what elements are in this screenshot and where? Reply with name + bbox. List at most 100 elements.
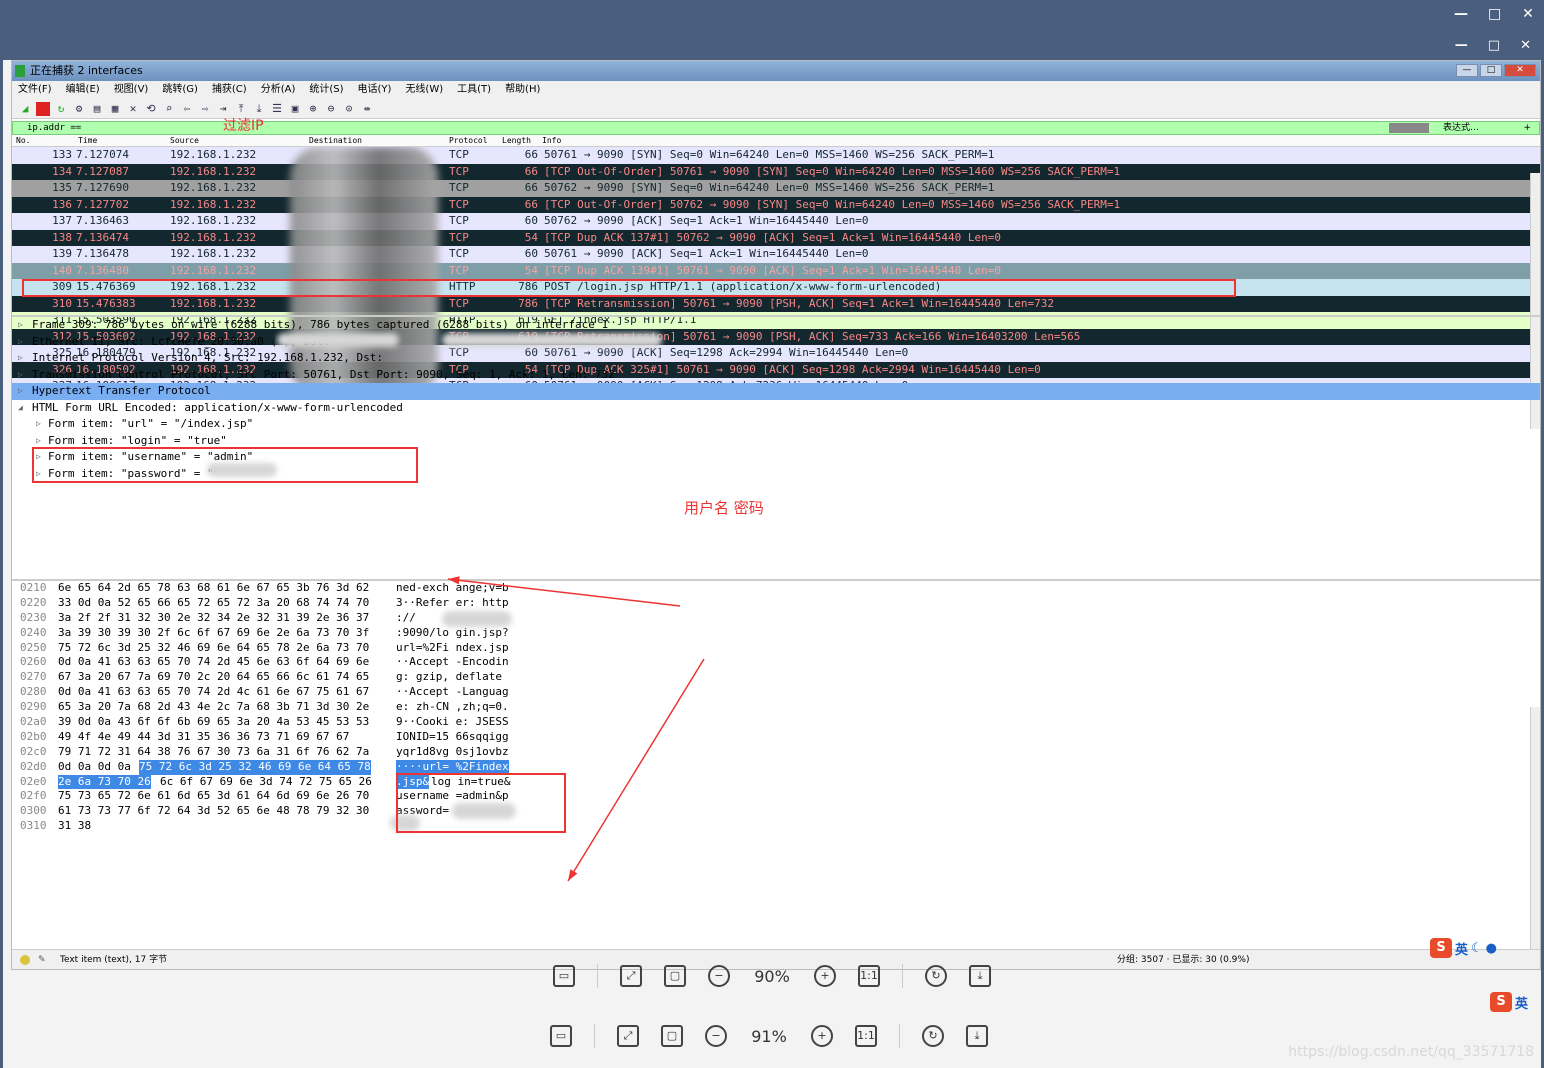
add-filter-button[interactable]: + bbox=[1523, 122, 1531, 134]
menu-item[interactable]: 分析(A) bbox=[261, 81, 296, 99]
fullscreen-icon[interactable]: ▢ bbox=[661, 1025, 683, 1047]
zoom-out-icon[interactable]: − bbox=[708, 965, 730, 987]
packet-row[interactable]: 136 7.127702 192.168.1.232 TCP 66 [TCP Out-Of… bbox=[12, 196, 1540, 213]
menu-item[interactable]: 文件(F) bbox=[18, 81, 52, 99]
rotate-icon[interactable]: ↻ bbox=[922, 1025, 944, 1047]
hex-row[interactable]: 02b0 49 4f 4e 49 44 3d 31 35 36 36 73 71 … bbox=[12, 730, 1540, 745]
col-source[interactable]: Source bbox=[170, 135, 199, 147]
hex-row[interactable]: 0250 75 72 6c 3d 25 32 46 69 6e 64 65 78 … bbox=[12, 641, 1540, 656]
go-forward-icon[interactable]: ⇨ bbox=[198, 102, 212, 116]
detail-row[interactable]: ▷ Internet Protocol Version 4, Src: 192.1… bbox=[12, 350, 1540, 367]
menu-item[interactable]: 视图(V) bbox=[114, 81, 149, 99]
collapsed-icon[interactable]: ▷ bbox=[18, 367, 23, 384]
hex-row[interactable]: 0240 3a 39 30 39 30 2f 6c 6f 67 69 6e 2e … bbox=[12, 626, 1540, 641]
ime-indicator-inner[interactable]: S 英 ☾ ● bbox=[1430, 938, 1497, 958]
close-button[interactable]: ✕ bbox=[1522, 6, 1534, 22]
col-no[interactable]: No. bbox=[16, 135, 30, 147]
find-packet-icon[interactable]: ⌕ bbox=[162, 102, 176, 116]
maximize-button[interactable]: □ bbox=[1488, 6, 1501, 22]
stop-capture-icon[interactable] bbox=[36, 101, 50, 116]
menu-item[interactable]: 帮助(H) bbox=[505, 81, 540, 99]
detail-row[interactable]: ▷ Transmission Control Protocol, Src Port… bbox=[12, 367, 1540, 384]
hex-row[interactable]: 02e0 2e 6a 73 70 26 6c 6f 67 69 6e 3d 74 7… bbox=[12, 774, 1540, 790]
collapsed-icon[interactable]: ▷ bbox=[36, 416, 41, 433]
collapsed-icon[interactable]: ▷ bbox=[18, 350, 23, 367]
col-length[interactable]: Length bbox=[502, 135, 531, 147]
col-info[interactable]: Info bbox=[542, 135, 561, 147]
collapsed-icon[interactable]: ▷ bbox=[18, 334, 23, 351]
shark-fin-start-icon[interactable]: ◢ bbox=[18, 102, 32, 116]
ws-close-button[interactable]: ✕ bbox=[1504, 64, 1536, 77]
filter-input[interactable]: ip.addr == bbox=[27, 123, 81, 133]
close-file-icon[interactable]: ✕ bbox=[126, 102, 140, 116]
menu-item[interactable]: 工具(T) bbox=[457, 81, 491, 99]
detail-row[interactable]: ▷ Frame 309: 786 bytes on wire (6288 bits… bbox=[12, 317, 1540, 334]
menu-item[interactable]: 捕获(C) bbox=[212, 81, 247, 99]
go-to-packet-icon[interactable]: ⇥ bbox=[216, 102, 230, 116]
ws-maximize-button[interactable]: □ bbox=[1480, 64, 1502, 77]
collapsed-icon[interactable]: ▷ bbox=[18, 383, 23, 400]
packet-row[interactable]: 134 7.127087 192.168.1.232 TCP 66 [TCP Out-Of… bbox=[12, 163, 1540, 180]
thumbnail-icon[interactable]: ▭ bbox=[550, 1025, 572, 1047]
menu-item[interactable]: 统计(S) bbox=[309, 81, 343, 99]
menu-item[interactable]: 电话(Y) bbox=[358, 81, 392, 99]
expression-button[interactable]: 表达式… bbox=[1443, 122, 1479, 134]
packet-row[interactable]: 135 7.127690 192.168.1.232 TCP 66 50762 → 909… bbox=[12, 180, 1540, 197]
download-icon[interactable]: ⤓ bbox=[966, 1025, 988, 1047]
menu-item[interactable]: 编辑(E) bbox=[66, 81, 100, 99]
open-file-icon[interactable]: ▤ bbox=[90, 102, 104, 116]
minimize-button[interactable]: — bbox=[1454, 6, 1468, 22]
save-file-icon[interactable]: ▦ bbox=[108, 102, 122, 116]
last-packet-icon[interactable]: ⤓ bbox=[252, 102, 266, 116]
detail-row[interactable]: ▷ Hypertext Transfer Protocol bbox=[12, 383, 1540, 400]
packet-row[interactable]: 140 7.136480 192.168.1.232 TCP 54 [TCP Dup AC… bbox=[12, 262, 1540, 279]
col-protocol[interactable]: Protocol bbox=[449, 135, 488, 147]
zoom-out-icon[interactable]: − bbox=[705, 1025, 727, 1047]
expanded-icon[interactable]: ◢ bbox=[18, 400, 23, 417]
zoom-out-icon[interactable]: ⊖ bbox=[324, 102, 338, 116]
collapsed-icon[interactable]: ▷ bbox=[18, 317, 23, 334]
packet-row[interactable]: 310 15.476383 192.168.1.232 TCP 786 [TCP Retr… bbox=[12, 295, 1540, 312]
hex-row[interactable]: 0310 31 38 bbox=[12, 819, 1540, 834]
fullscreen-icon[interactable]: ▢ bbox=[664, 965, 686, 987]
hex-row[interactable]: 0230 3a 2f 2f 31 32 30 2e 32 34 2e 32 31 … bbox=[12, 611, 1540, 626]
normal-size-icon[interactable]: ⊙ bbox=[342, 102, 356, 116]
fit-window-icon[interactable]: ⤢ bbox=[620, 965, 642, 987]
menu-item[interactable]: 跳转(G) bbox=[162, 81, 198, 99]
hex-row[interactable]: 02a0 39 0d 0a 43 6f 6f 6b 69 65 3a 20 4a … bbox=[12, 715, 1540, 730]
packet-row[interactable]: 137 7.136463 192.168.1.232 TCP 60 50762 → 909… bbox=[12, 213, 1540, 230]
hex-row[interactable]: 02d0 0d 0a 0d 0a 75 72 6c 3d 25 32 46 69 6… bbox=[12, 759, 1540, 775]
packet-row[interactable]: 133 7.127074 192.168.1.232 TCP 66 50761 → 909… bbox=[12, 147, 1540, 164]
menu-item[interactable]: 无线(W) bbox=[405, 81, 443, 99]
thumbnail-icon[interactable]: ▭ bbox=[553, 965, 575, 987]
actual-size-icon[interactable]: 1:1 bbox=[858, 965, 880, 987]
hex-row[interactable]: 0270 67 3a 20 67 7a 69 70 2c 20 64 65 66 … bbox=[12, 670, 1540, 685]
colorize-icon[interactable]: ▣ bbox=[288, 102, 302, 116]
hex-row[interactable]: 0280 0d 0a 41 63 63 65 70 74 2d 4c 61 6e … bbox=[12, 685, 1540, 700]
col-destination[interactable]: Destination bbox=[309, 135, 362, 147]
first-packet-icon[interactable]: ⤒ bbox=[234, 102, 248, 116]
capture-options-icon[interactable]: ⚙ bbox=[72, 102, 86, 116]
hex-row[interactable]: 0260 0d 0a 41 63 63 65 70 74 2d 45 6e 63 … bbox=[12, 655, 1540, 670]
resize-columns-icon[interactable]: ⇹ bbox=[360, 102, 374, 116]
detail-row[interactable]: ▷ Form item: "url" = "/index.jsp" bbox=[12, 416, 1540, 433]
zoom-in-icon[interactable]: + bbox=[811, 1025, 833, 1047]
hex-row[interactable]: 0290 65 3a 20 7a 68 2d 43 4e 2c 7a 68 3b … bbox=[12, 700, 1540, 715]
ime-indicator-outer[interactable]: S 英 bbox=[1490, 992, 1528, 1012]
rotate-icon[interactable]: ↻ bbox=[925, 965, 947, 987]
hex-row[interactable]: 0300 61 73 73 77 6f 72 64 3d 52 65 6e 48 … bbox=[12, 804, 1540, 819]
detail-row[interactable]: ◢ HTML Form URL Encoded: application/x-ww… bbox=[12, 400, 1540, 417]
go-back-icon[interactable]: ⇦ bbox=[180, 102, 194, 116]
inner-maximize-button[interactable]: □ bbox=[1488, 38, 1500, 53]
hex-row[interactable]: 0210 6e 65 64 2d 65 78 63 68 61 6e 67 65 … bbox=[12, 581, 1540, 596]
packet-row[interactable]: 138 7.136474 192.168.1.232 TCP 54 [TCP Dup AC… bbox=[12, 229, 1540, 246]
autoscroll-icon[interactable]: ☰ bbox=[270, 102, 284, 116]
col-time[interactable]: Time bbox=[78, 135, 97, 147]
display-filter-bar[interactable]: ip.addr == 过滤IP 表达式… + bbox=[12, 119, 1540, 135]
ws-minimize-button[interactable]: — bbox=[1456, 64, 1478, 77]
inner-close-button[interactable]: ✕ bbox=[1520, 38, 1531, 53]
hex-row[interactable]: 0220 33 0d 0a 52 65 66 65 72 65 72 3a 20 … bbox=[12, 596, 1540, 611]
reload-icon[interactable]: ⟲ bbox=[144, 102, 158, 116]
inner-minimize-button[interactable]: — bbox=[1455, 38, 1468, 53]
restart-capture-icon[interactable]: ↻ bbox=[54, 102, 68, 116]
